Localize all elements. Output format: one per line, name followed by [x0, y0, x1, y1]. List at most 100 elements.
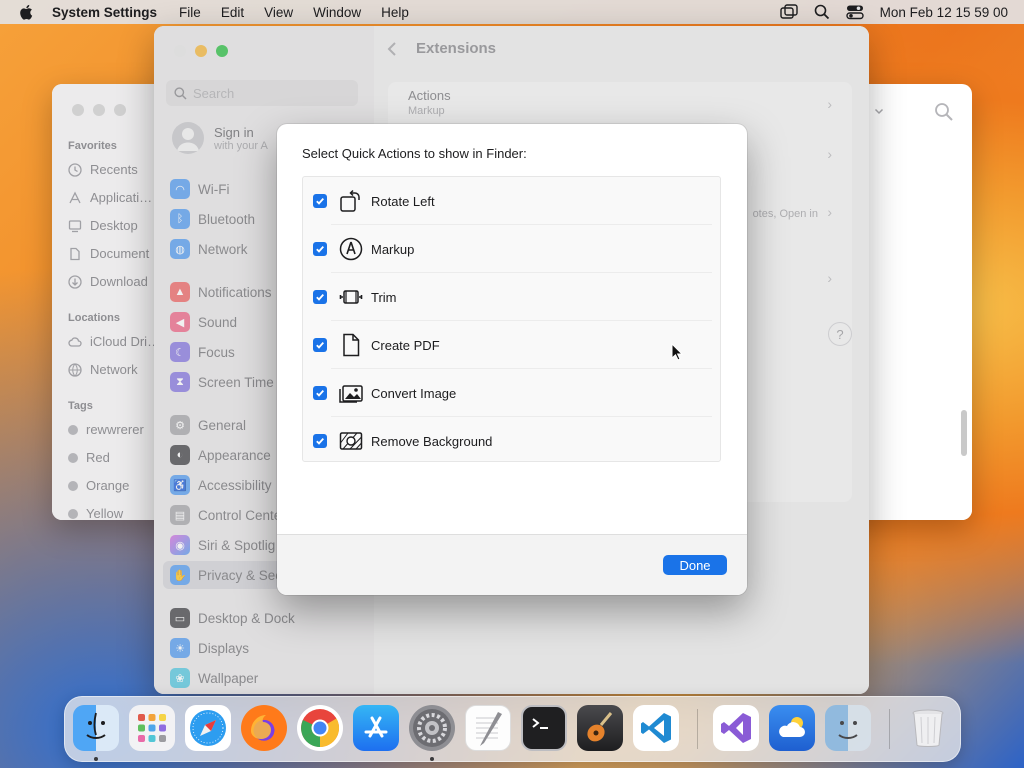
sidebar-item-tag[interactable]: rewwrerer: [68, 422, 144, 437]
sidebar-item-tag-yellow[interactable]: Yellow: [68, 506, 123, 520]
menu-app-name[interactable]: System Settings: [52, 5, 157, 20]
guitar-icon: [587, 712, 613, 742]
dock-app-textedit[interactable]: [465, 705, 511, 751]
finder-content: [868, 136, 972, 520]
sidebar-item-tag-orange[interactable]: Orange: [68, 478, 129, 493]
dock-app-terminal[interactable]: [521, 705, 567, 751]
sidebar-item-label: Network: [90, 362, 138, 377]
rotate-left-checkbox[interactable]: [313, 194, 327, 208]
checkmark-icon: [316, 293, 324, 301]
zoom-button[interactable]: [114, 104, 126, 116]
search-icon[interactable]: [934, 102, 954, 122]
dock-app-trash[interactable]: [905, 705, 951, 751]
list-item[interactable]: Convert Image: [303, 369, 720, 417]
dock-app-finder[interactable]: [73, 705, 119, 751]
finder-icon: [86, 712, 106, 739]
stage-manager-icon[interactable]: [779, 4, 798, 20]
document-icon: [70, 247, 80, 260]
trim-checkbox[interactable]: [313, 290, 327, 304]
list-item[interactable]: Markup: [303, 225, 720, 273]
running-indicator: [430, 757, 434, 761]
dock-app-safari[interactable]: [185, 705, 231, 751]
markup-icon: [339, 237, 363, 261]
sidebar-item-label: Orange: [86, 478, 130, 493]
dock-app-garageband[interactable]: [577, 705, 623, 751]
dock-app-system-settings[interactable]: [409, 705, 455, 751]
tags-heading: Tags: [68, 400, 93, 412]
apple-menu-icon[interactable]: [18, 3, 36, 21]
running-indicator: [94, 757, 98, 761]
menu-edit[interactable]: Edit: [221, 5, 244, 20]
firefox-icon: [251, 715, 271, 739]
tag-dot-icon: [68, 508, 78, 519]
tag-dot-icon: [68, 424, 78, 435]
finder-icon: [838, 721, 858, 739]
menu-clock[interactable]: Mon Feb 12 15 59 00: [880, 5, 1008, 20]
vscode-icon: [641, 713, 671, 743]
convert-image-checkbox[interactable]: [313, 386, 327, 400]
menu-bar: System Settings File Edit View Window He…: [0, 0, 1024, 24]
tag-dot-icon: [68, 480, 78, 491]
sidebar-item-label: Download: [90, 274, 148, 289]
done-button[interactable]: Done: [663, 555, 727, 575]
create-pdf-icon: [339, 333, 363, 357]
menu-file[interactable]: File: [179, 5, 201, 20]
dock-app-visual-studio[interactable]: [713, 705, 759, 751]
sidebar-item-tag-red[interactable]: Red: [68, 450, 110, 465]
sidebar-item-icloud[interactable]: iCloud Dri…: [68, 334, 160, 349]
checkmark-icon: [316, 389, 324, 397]
download-icon: [68, 274, 82, 289]
chevron-down-icon[interactable]: [874, 106, 884, 116]
sidebar-item-documents[interactable]: Document: [68, 246, 149, 261]
trim-icon: [339, 285, 363, 309]
list-item[interactable]: Rotate Left: [303, 177, 720, 225]
action-label: Markup: [371, 241, 415, 257]
create-pdf-checkbox[interactable]: [313, 338, 327, 352]
list-item[interactable]: Trim: [303, 273, 720, 321]
list-item[interactable]: Remove Background: [303, 417, 720, 465]
locations-heading: Locations: [68, 312, 120, 324]
sidebar-item-applications[interactable]: Applicati…: [68, 190, 152, 205]
desktop-icon: [68, 219, 82, 232]
mouse-cursor-icon: [671, 343, 683, 361]
menu-view[interactable]: View: [264, 5, 293, 20]
sidebar-item-network[interactable]: Network: [68, 362, 138, 377]
remove-background-checkbox[interactable]: [313, 434, 327, 448]
sidebar-item-label: Document: [90, 246, 150, 261]
sidebar-item-downloads[interactable]: Download: [68, 274, 148, 289]
rotate-left-icon: [339, 189, 363, 213]
search-icon[interactable]: [814, 4, 830, 20]
globe-icon: [68, 362, 82, 377]
dock-app-launchpad[interactable]: [129, 705, 175, 751]
control-center-icon[interactable]: [845, 4, 864, 20]
close-button[interactable]: [72, 104, 84, 116]
terminal-icon: [532, 718, 548, 729]
dock-app-firefox[interactable]: [241, 705, 287, 751]
dock-app-chrome[interactable]: [297, 705, 343, 751]
cloud-icon: [68, 336, 82, 347]
action-label: Remove Background: [371, 433, 493, 449]
quick-actions-list: Rotate Left Markup Trim Create PDF Conve…: [302, 176, 721, 462]
dock-app-finder-alt[interactable]: [825, 705, 871, 751]
dock-app-vscode[interactable]: [633, 705, 679, 751]
dock-app-app-store[interactable]: [353, 705, 399, 751]
remove-background-icon: [339, 429, 363, 453]
trash-icon: [912, 709, 944, 747]
minimize-button[interactable]: [93, 104, 105, 116]
weather-icon: [779, 717, 805, 737]
finder-scrollbar[interactable]: [961, 410, 967, 456]
sidebar-item-desktop[interactable]: Desktop: [68, 218, 138, 233]
dock-separator: [697, 709, 698, 749]
sidebar-item-recents[interactable]: Recents: [68, 162, 138, 177]
menu-window[interactable]: Window: [313, 5, 361, 20]
list-item[interactable]: Create PDF: [303, 321, 720, 369]
chrome-icon: [301, 709, 340, 748]
dock: [64, 696, 961, 762]
action-label: Create PDF: [371, 337, 440, 353]
menu-help[interactable]: Help: [381, 5, 409, 20]
sidebar-item-label: Desktop: [90, 218, 138, 233]
markup-checkbox[interactable]: [313, 242, 327, 256]
tag-dot-icon: [68, 452, 78, 463]
checkmark-icon: [316, 197, 324, 205]
dock-app-weather[interactable]: [769, 705, 815, 751]
